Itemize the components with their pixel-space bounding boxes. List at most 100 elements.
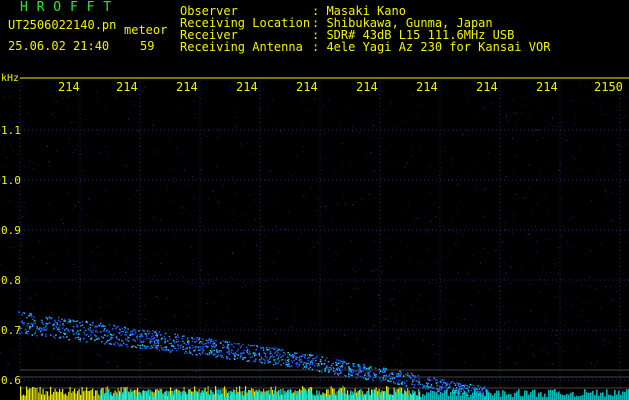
- band-bar: [510, 394, 512, 400]
- noise-speck: [550, 271, 552, 273]
- signal-dot: [56, 322, 58, 324]
- noise-speck: [435, 262, 437, 264]
- band-bar: [372, 389, 374, 400]
- signal-dot: [309, 366, 312, 368]
- signal-dot: [78, 338, 80, 341]
- signal-dot: [34, 331, 37, 333]
- signal-dot: [487, 390, 489, 392]
- noise-speck: [507, 106, 509, 108]
- signal-dot: [177, 336, 180, 338]
- noise-speck: [615, 329, 617, 331]
- signal-dot: [142, 329, 144, 331]
- band-bar: [156, 392, 158, 400]
- noise-speck: [27, 307, 29, 309]
- signal-dot: [399, 375, 402, 377]
- noise-speck: [452, 129, 454, 131]
- signal-dot: [307, 357, 309, 359]
- noise-speck: [483, 189, 485, 191]
- noise-speck: [457, 272, 458, 274]
- signal-dot: [54, 321, 56, 323]
- noise-speck: [273, 263, 275, 264]
- signal-dot: [124, 334, 126, 336]
- signal-dot: [33, 316, 35, 318]
- signal-dot: [274, 358, 276, 361]
- noise-speck: [218, 200, 220, 202]
- signal-dot: [143, 330, 145, 332]
- signal-dot: [150, 347, 152, 349]
- noise-speck: [245, 323, 247, 325]
- signal-dot: [106, 329, 108, 332]
- signal-dot: [427, 378, 429, 380]
- signal-dot: [54, 319, 56, 322]
- signal-dot: [383, 375, 385, 377]
- signal-dot: [263, 347, 265, 349]
- signal-dot: [393, 381, 395, 383]
- noise-speck: [39, 241, 41, 243]
- signal-dot: [415, 376, 417, 379]
- noise-speck: [504, 322, 505, 324]
- noise-speck: [575, 113, 577, 115]
- noise-speck: [9, 247, 11, 249]
- signal-dot: [351, 372, 354, 374]
- signal-dot: [182, 348, 184, 351]
- noise-speck: [151, 199, 153, 201]
- noise-speck: [191, 282, 193, 284]
- signal-dot: [424, 388, 427, 390]
- noise-speck: [73, 266, 75, 268]
- noise-speck: [536, 203, 538, 205]
- signal-dot: [351, 374, 353, 377]
- signal-dot: [110, 333, 112, 335]
- noise-speck: [281, 176, 283, 178]
- band-bar: [410, 394, 412, 400]
- signal-dot: [62, 335, 64, 338]
- signal-dot: [348, 375, 350, 377]
- noise-speck: [105, 105, 107, 107]
- noise-speck: [272, 98, 273, 100]
- signal-dot: [356, 377, 358, 379]
- noise-speck: [240, 142, 242, 144]
- noise-speck: [8, 363, 10, 365]
- band-bar: [354, 392, 356, 400]
- signal-dot: [191, 354, 194, 356]
- signal-dot: [145, 333, 147, 335]
- noise-speck: [194, 117, 196, 119]
- noise-speck: [474, 312, 476, 314]
- noise-speck: [221, 293, 223, 295]
- band-bar: [346, 395, 348, 400]
- noise-speck: [327, 346, 329, 348]
- band-bar: [186, 393, 188, 400]
- signal-dot: [198, 337, 201, 339]
- signal-dot: [273, 363, 275, 366]
- noise-speck: [129, 101, 131, 103]
- signal-dot: [23, 323, 25, 325]
- signal-dot: [51, 317, 53, 319]
- signal-dot: [123, 329, 126, 331]
- signal-dot: [252, 360, 255, 363]
- noise-speck: [24, 202, 25, 204]
- signal-dot: [34, 332, 36, 335]
- band-bar: [83, 391, 85, 400]
- noise-speck: [580, 315, 582, 317]
- band-bar: [448, 395, 450, 400]
- band-bar: [458, 389, 460, 400]
- signal-dot: [339, 361, 341, 364]
- noise-speck: [290, 132, 292, 134]
- signal-dot: [30, 314, 33, 316]
- noise-speck: [166, 253, 168, 255]
- noise-speck: [183, 169, 185, 171]
- noise-speck: [473, 280, 475, 282]
- signal-dot: [110, 337, 112, 339]
- band-bar: [504, 391, 506, 400]
- signal-dot: [206, 342, 208, 345]
- band-bar: [294, 395, 296, 400]
- signal-dot: [36, 335, 38, 337]
- noise-speck: [83, 170, 85, 172]
- band-bar: [222, 393, 224, 400]
- signal-dot: [108, 339, 110, 341]
- noise-speck: [340, 322, 342, 324]
- signal-dot: [75, 337, 77, 339]
- noise-speck: [342, 167, 344, 169]
- signal-dot: [72, 330, 74, 332]
- noise-speck: [460, 201, 462, 203]
- signal-dot: [298, 363, 300, 365]
